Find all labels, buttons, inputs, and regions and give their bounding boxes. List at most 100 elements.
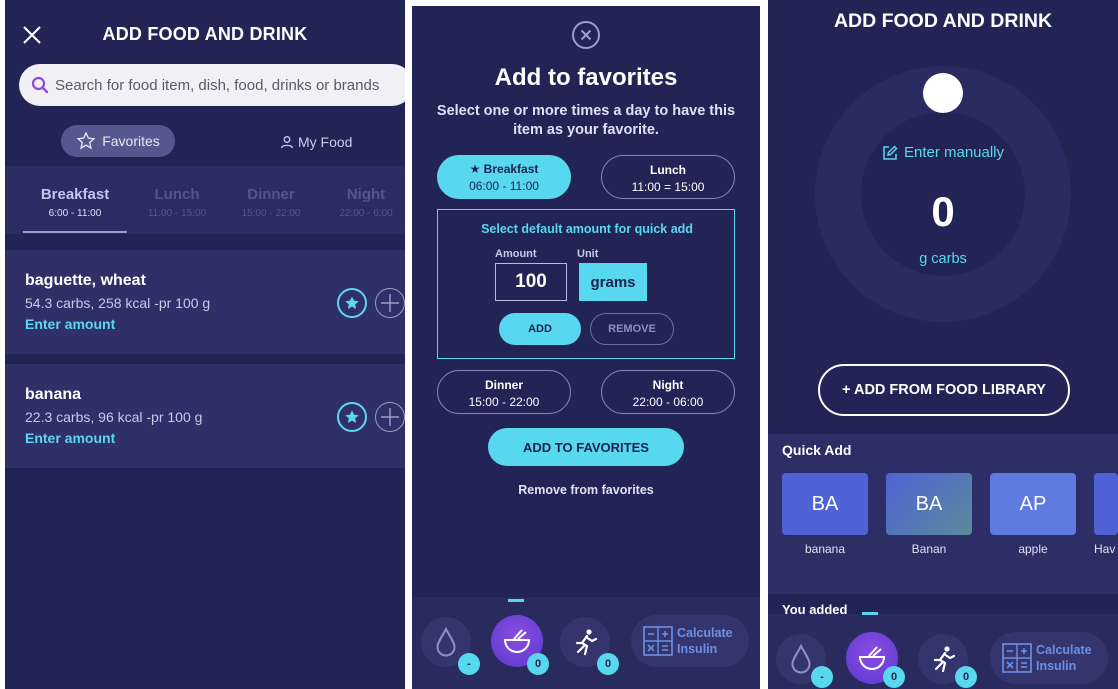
default-amount-panel: Select default amount for quick add Amou… <box>437 209 735 359</box>
calculate-insulin-button[interactable]: Calculate Insulin <box>631 615 749 667</box>
meal-time: 15:00 - 22:00 <box>468 395 540 409</box>
quick-add-label: Hav <box>1094 542 1116 556</box>
water-drop-icon <box>436 627 456 657</box>
meal-time: 6:00 - 11:00 <box>48 208 102 219</box>
quick-add-tile[interactable] <box>1094 473 1118 535</box>
quick-add-label: apple <box>1018 542 1048 556</box>
quick-add-title: Quick Add <box>782 442 852 458</box>
meal-option-breakfast[interactable]: ★ Breakfast 06:00 - 11:00 <box>437 155 571 199</box>
meal-time: 06:00 - 11:00 <box>469 179 539 193</box>
water-drop-icon <box>791 644 811 674</box>
star-filled-icon <box>345 296 359 309</box>
food-count-badge: 0 <box>883 666 905 688</box>
tab-my-food[interactable]: My Food <box>280 130 352 154</box>
quick-add-section: Quick Add BA banana BA Banan AP apple Ha… <box>768 434 1118 594</box>
dial-knob[interactable] <box>923 73 963 113</box>
add-button[interactable] <box>375 288 405 318</box>
meal-name: Breakfast <box>40 186 110 203</box>
add-from-food-library-button[interactable]: + ADD FROM FOOD LIBRARY <box>818 364 1070 416</box>
meal-tab-night[interactable]: Night 22:00 - 6:00 <box>331 186 401 219</box>
calc-label-line1: Calculate <box>1036 643 1092 657</box>
meal-tab-breakfast[interactable]: Breakfast 6:00 - 11:00 <box>27 186 123 219</box>
calculate-insulin-label: Calculate Insulin <box>1036 642 1092 674</box>
search-input[interactable] <box>55 64 405 106</box>
dialog-subtitle: Select one or more times a day to have t… <box>436 103 736 138</box>
tab-favorites-label: Favorites <box>102 133 160 149</box>
remove-from-favorites-link[interactable]: Remove from favorites <box>412 483 760 497</box>
running-person-icon <box>575 629 598 656</box>
favorites-screen: ADD FOOD AND DRINK Favorites My Food Bre… <box>5 0 405 689</box>
person-icon <box>280 136 294 149</box>
add-to-favorites-dialog: Add to favorites Select one or more time… <box>412 6 760 689</box>
calculate-insulin-button[interactable]: Calculate Insulin <box>990 632 1108 684</box>
active-tab-indicator <box>23 231 127 233</box>
unit-selector[interactable]: grams <box>579 263 647 301</box>
food-item[interactable]: baguette, wheat 54.3 carbs, 258 kcal -pr… <box>5 250 405 354</box>
meal-time: 22:00 - 6:00 <box>339 208 393 219</box>
enter-manually-link[interactable]: Enter manually <box>768 144 1118 161</box>
search-icon <box>31 76 49 94</box>
quick-add-tile[interactable]: BA <box>782 473 868 535</box>
meal-option-dinner[interactable]: Dinner 15:00 - 22:00 <box>437 370 571 414</box>
calc-label-line2: Insulin <box>677 642 718 656</box>
food-item[interactable]: banana 22.3 carbs, 96 kcal -pr 100 g Ent… <box>5 364 405 468</box>
drink-count-badge: - <box>811 666 833 688</box>
remove-button[interactable]: REMOVE <box>590 313 674 345</box>
calc-label-line1: Calculate <box>677 626 733 640</box>
favorite-star-button[interactable] <box>337 402 367 432</box>
calculator-icon <box>643 626 673 656</box>
enter-manually-label: Enter manually <box>903 144 1005 161</box>
meal-option-lunch[interactable]: Lunch 11:00 = 15:00 <box>601 155 735 199</box>
quick-add-label: Banan <box>911 542 947 556</box>
add-food-screen: ADD FOOD AND DRINK Enter manually 0 g ca… <box>768 0 1118 689</box>
meal-name: Lunch <box>154 186 200 203</box>
star-outline-icon <box>76 131 96 150</box>
amount-input[interactable] <box>495 263 567 301</box>
meal-name: Lunch <box>650 163 686 177</box>
amount-label: Amount <box>495 248 537 260</box>
plus-icon <box>381 294 399 312</box>
quick-add-tile[interactable]: AP <box>990 473 1076 535</box>
header: ADD FOOD AND DRINK <box>5 0 405 68</box>
add-to-favorites-button[interactable]: ADD TO FAVORITES <box>488 428 684 466</box>
running-person-icon <box>933 646 956 673</box>
meal-name: Night <box>346 186 386 203</box>
activity-count-badge: 0 <box>597 653 619 675</box>
nav-active-indicator <box>508 599 524 602</box>
enter-amount-link[interactable]: Enter amount <box>25 316 115 332</box>
calc-label-line2: Insulin <box>1036 659 1077 673</box>
default-amount-title: Select default amount for quick add <box>481 222 693 236</box>
add-button[interactable]: ADD <box>499 313 581 345</box>
add-button[interactable] <box>375 402 405 432</box>
meal-tab-lunch[interactable]: Lunch 11:00 - 15:00 <box>141 186 213 219</box>
nav-active-indicator <box>862 612 878 615</box>
food-nutrition: 54.3 carbs, 258 kcal -pr 100 g <box>25 295 211 311</box>
meal-option-night[interactable]: Night 22:00 - 06:00 <box>601 370 735 414</box>
food-name: baguette, wheat <box>25 272 146 289</box>
unit-label: Unit <box>577 248 599 260</box>
plus-icon <box>381 408 399 426</box>
food-bowl-icon <box>503 629 531 653</box>
carb-unit: g carbs <box>919 251 967 267</box>
tab-favorites[interactable]: Favorites <box>61 125 175 157</box>
quick-add-tile[interactable]: BA <box>886 473 972 535</box>
meal-time: 15:00 - 22:00 <box>241 208 301 219</box>
food-count-badge: 0 <box>527 653 549 675</box>
favorite-star-button[interactable] <box>337 288 367 318</box>
meal-time: 22:00 - 06:00 <box>632 395 704 409</box>
page-title: ADD FOOD AND DRINK <box>833 10 1053 32</box>
calculate-insulin-label: Calculate Insulin <box>677 625 733 657</box>
calculator-icon <box>1002 643 1032 673</box>
meal-tab-dinner[interactable]: Dinner 15:00 - 22:00 <box>235 186 307 219</box>
search-bar[interactable] <box>19 64 405 106</box>
activity-count-badge: 0 <box>955 666 977 688</box>
carb-value: 0 <box>931 188 955 235</box>
meal-time: 11:00 - 15:00 <box>147 208 207 219</box>
meal-name: Dinner <box>247 186 295 203</box>
bottom-nav: - 0 0 Calculate Insulin <box>768 612 1118 689</box>
tab-my-food-label: My Food <box>298 134 353 150</box>
enter-amount-link[interactable]: Enter amount <box>25 430 115 446</box>
close-circle-icon[interactable] <box>571 20 601 50</box>
meal-name: ★ Breakfast <box>469 162 539 176</box>
bottom-nav: - 0 0 Calculate Insulin <box>412 597 760 689</box>
